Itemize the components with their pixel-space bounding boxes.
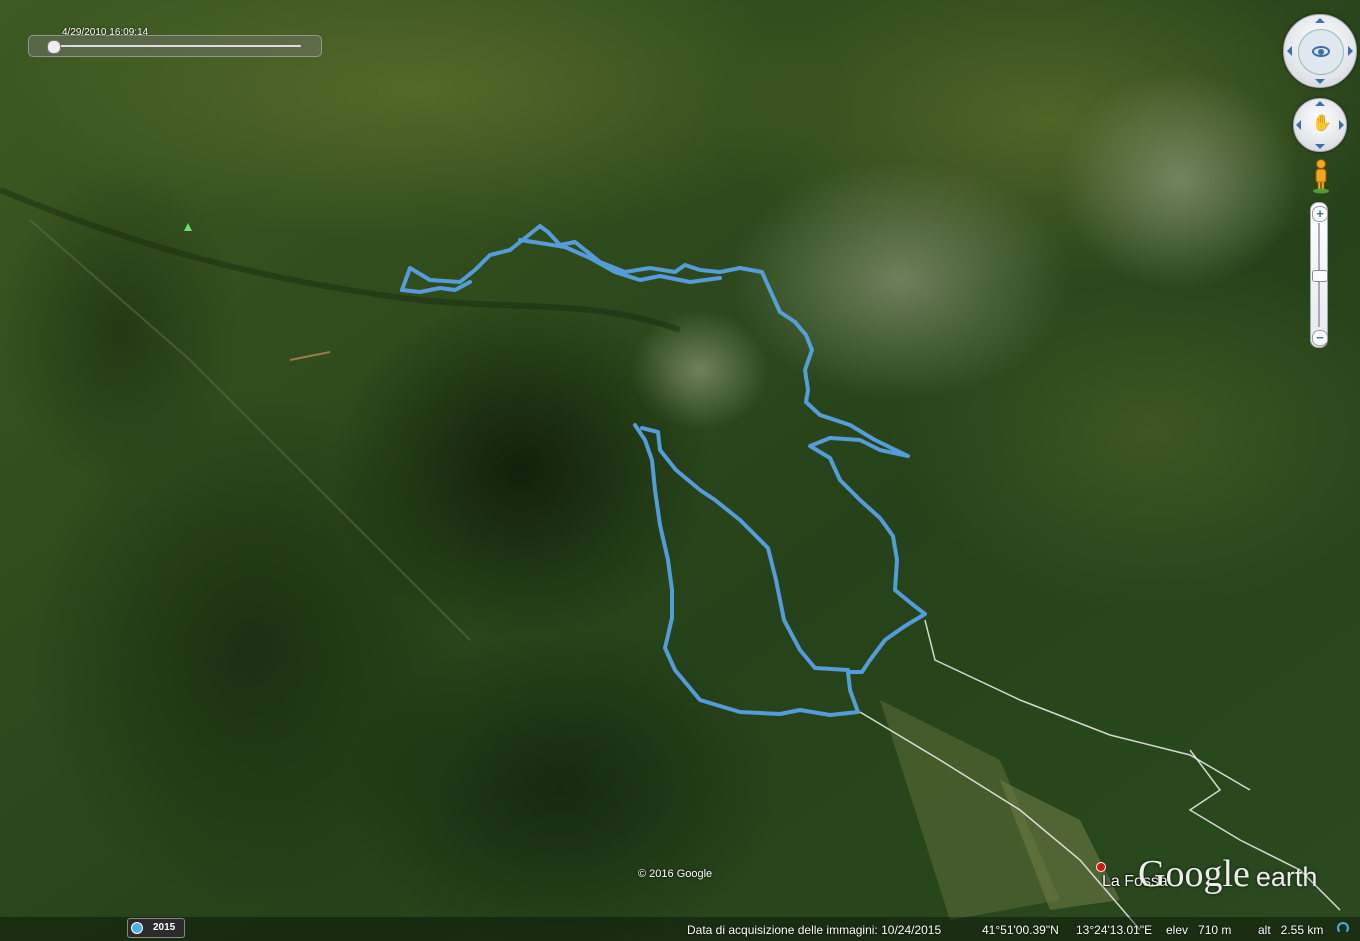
time-slider-track[interactable] <box>49 45 301 47</box>
look-left-arrow[interactable] <box>1287 46 1292 56</box>
streaming-icon <box>1337 922 1349 934</box>
zoom-out-button[interactable]: − <box>1312 330 1328 346</box>
altitude-readout: alt 2.55 km <box>1258 923 1324 937</box>
time-slider-handle[interactable] <box>47 40 61 54</box>
move-right-arrow[interactable] <box>1339 120 1344 130</box>
longitude-readout: 13°24'13.01"E <box>1076 923 1153 937</box>
google-earth-logo: Google earth <box>1138 852 1317 896</box>
map-copyright: © 2016 Google <box>638 868 713 880</box>
time-slider-label: 4/29/2010 16:09:14 <box>62 27 149 38</box>
look-joystick[interactable] <box>1298 29 1344 75</box>
time-slider[interactable] <box>28 35 322 57</box>
logo-earth-text: earth <box>1255 862 1318 892</box>
logo-google-text: Google <box>1138 853 1250 895</box>
move-down-arrow[interactable] <box>1315 144 1325 149</box>
hand-icon: ✋ <box>1312 115 1332 132</box>
pegman-icon[interactable] <box>1311 158 1331 194</box>
place-pin-icon[interactable] <box>1096 862 1106 872</box>
zoom-handle[interactable] <box>1312 270 1328 282</box>
look-right-arrow[interactable] <box>1348 46 1353 56</box>
look-control[interactable] <box>1283 14 1357 88</box>
latitude-readout: 41°51'00.39"N <box>982 923 1059 937</box>
imagery-date: Data di acquisizione delle immagini: 10/… <box>687 923 942 937</box>
zoom-in-button[interactable]: + <box>1312 206 1328 222</box>
look-down-arrow[interactable] <box>1315 79 1325 84</box>
clock-icon <box>131 922 143 934</box>
move-control[interactable]: ✋ <box>1293 98 1347 152</box>
satellite-map[interactable] <box>0 0 1360 941</box>
move-up-arrow[interactable] <box>1315 101 1325 106</box>
move-left-arrow[interactable] <box>1296 120 1301 130</box>
imagery-year: 2015 <box>153 922 176 933</box>
historical-imagery-button[interactable]: 2015 <box>127 918 185 938</box>
elevation-readout: elev 710 m <box>1166 923 1232 937</box>
status-bar <box>0 917 1360 941</box>
look-up-arrow[interactable] <box>1315 18 1325 23</box>
zoom-slider[interactable]: + − <box>1310 202 1328 348</box>
